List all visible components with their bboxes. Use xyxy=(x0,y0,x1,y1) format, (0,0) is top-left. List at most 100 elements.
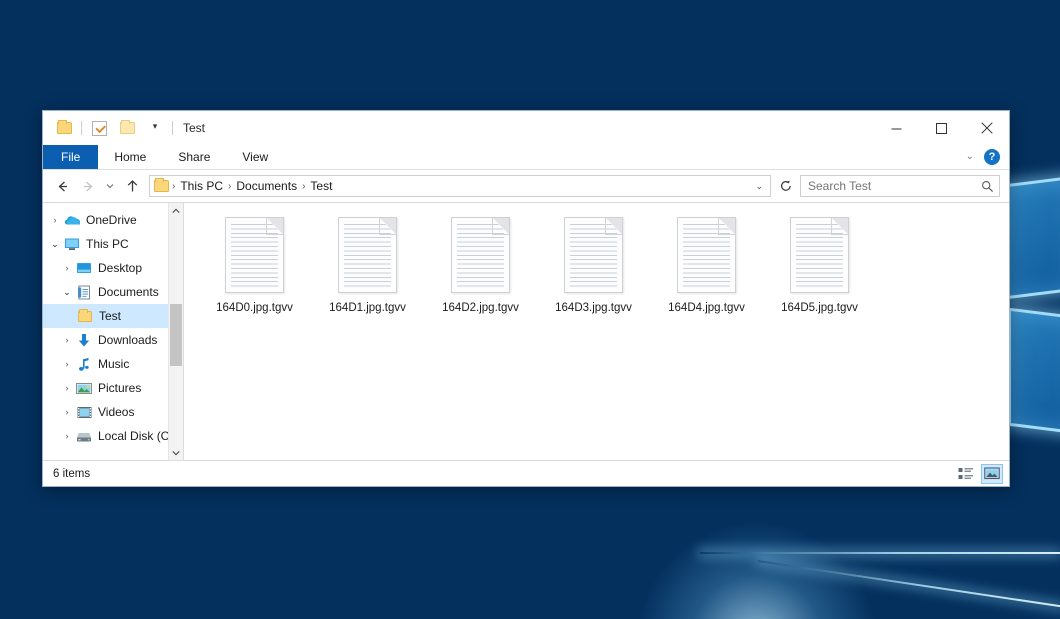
toolbar-divider xyxy=(81,121,82,135)
file-name: 164D1.jpg.tgvv xyxy=(329,302,406,314)
generic-document-icon xyxy=(677,217,736,293)
tab-share[interactable]: Share xyxy=(162,145,226,169)
refresh-icon[interactable] xyxy=(775,175,797,197)
breadcrumb-test[interactable]: Test xyxy=(306,179,336,193)
generic-document-icon xyxy=(790,217,849,293)
generic-document-icon xyxy=(564,217,623,293)
search-box[interactable] xyxy=(800,175,1000,197)
expander-icon[interactable]: › xyxy=(59,335,75,345)
tab-share-label: Share xyxy=(178,150,210,164)
close-icon[interactable] xyxy=(964,111,1009,145)
file-name: 164D5.jpg.tgvv xyxy=(781,302,858,314)
monitor-icon xyxy=(63,237,81,251)
navigation-tree: › OneDrive ⌄ xyxy=(43,203,183,448)
folder-icon xyxy=(76,311,94,322)
expander-icon[interactable]: › xyxy=(47,215,63,225)
scroll-up-icon[interactable] xyxy=(169,203,183,218)
sidebar-item-this-pc[interactable]: ⌄ This PC xyxy=(43,232,183,256)
search-icon xyxy=(981,180,994,193)
maximize-icon[interactable] xyxy=(919,111,964,145)
expander-icon[interactable]: ⌄ xyxy=(47,239,63,250)
sidebar-item-label: Pictures xyxy=(98,381,141,395)
file-explorer-window: ▾ Test File Home xyxy=(42,110,1010,487)
sidebar-item-label: OneDrive xyxy=(86,213,137,227)
sidebar-item-videos[interactable]: › Videos xyxy=(43,400,183,424)
navigation-scrollbar[interactable] xyxy=(168,203,183,460)
tab-file[interactable]: File xyxy=(43,145,98,169)
breadcrumb-folder-icon xyxy=(154,180,169,192)
window-title: Test xyxy=(183,121,205,135)
toolbar-divider-2 xyxy=(172,121,173,135)
address-dropdown-icon[interactable]: ⌄ xyxy=(750,181,768,192)
drive-icon xyxy=(75,430,93,443)
search-input[interactable] xyxy=(808,179,981,193)
view-toggle-group xyxy=(955,464,1003,484)
sidebar-item-label: Desktop xyxy=(98,261,142,275)
generic-document-icon xyxy=(338,217,397,293)
sidebar-item-label: This PC xyxy=(86,237,129,251)
sidebar-item-music[interactable]: › Music xyxy=(43,352,183,376)
window-body: › OneDrive ⌄ xyxy=(43,202,1009,460)
ribbon-tab-bar: File Home Share View ⌄ ? xyxy=(43,145,1009,170)
file-item[interactable]: 164D5.jpg.tgvv xyxy=(763,215,876,314)
desktop-icon xyxy=(75,262,93,275)
breadcrumb-documents[interactable]: Documents xyxy=(232,179,301,193)
expander-icon[interactable]: › xyxy=(59,359,75,369)
breadcrumb-this-pc[interactable]: This PC xyxy=(176,179,227,193)
minimize-icon[interactable] xyxy=(874,111,919,145)
expander-icon[interactable]: › xyxy=(59,431,75,441)
help-icon[interactable]: ? xyxy=(984,149,1000,165)
sidebar-item-local-disk-c[interactable]: › Local Disk (C:) xyxy=(43,424,183,448)
expander-icon[interactable]: › xyxy=(59,383,75,393)
sidebar-item-documents[interactable]: ⌄ Documents xyxy=(43,280,183,304)
scrollbar-thumb[interactable] xyxy=(170,304,182,365)
download-icon xyxy=(75,333,93,348)
sidebar-item-label: Documents xyxy=(98,285,159,299)
file-list-area[interactable]: 164D0.jpg.tgvv 164D1.jpg.tgvv 164D2.jpg.… xyxy=(184,203,1009,460)
sidebar-item-label: Test xyxy=(99,309,121,323)
navigation-pane: › OneDrive ⌄ xyxy=(43,203,184,460)
details-view-icon[interactable] xyxy=(955,464,977,484)
file-name: 164D0.jpg.tgvv xyxy=(216,302,293,314)
folder-icon[interactable] xyxy=(53,117,75,139)
expander-icon[interactable]: ⌄ xyxy=(59,287,75,298)
document-icon xyxy=(75,285,93,300)
file-grid: 164D0.jpg.tgvv 164D1.jpg.tgvv 164D2.jpg.… xyxy=(198,215,1009,314)
file-item[interactable]: 164D2.jpg.tgvv xyxy=(424,215,537,314)
sidebar-item-label: Local Disk (C:) xyxy=(98,429,177,443)
expander-icon[interactable]: › xyxy=(59,263,75,273)
properties-checkbox-icon[interactable] xyxy=(88,117,110,139)
tab-home-label: Home xyxy=(114,150,146,164)
generic-document-icon xyxy=(225,217,284,293)
new-folder-icon[interactable] xyxy=(116,117,138,139)
tab-home[interactable]: Home xyxy=(98,145,162,169)
file-name: 164D3.jpg.tgvv xyxy=(555,302,632,314)
back-arrow-icon[interactable] xyxy=(49,173,75,199)
file-item[interactable]: 164D3.jpg.tgvv xyxy=(537,215,650,314)
chevron-down-icon[interactable]: ⌄ xyxy=(966,152,974,162)
file-item[interactable]: 164D0.jpg.tgvv xyxy=(198,215,311,314)
recent-locations-icon[interactable] xyxy=(101,173,119,199)
video-icon xyxy=(75,406,93,419)
forward-arrow-icon xyxy=(75,173,101,199)
scroll-down-icon[interactable] xyxy=(169,445,183,460)
scrollbar-track[interactable] xyxy=(169,218,183,445)
expander-icon[interactable]: › xyxy=(59,407,75,417)
file-name: 164D2.jpg.tgvv xyxy=(442,302,519,314)
sidebar-item-test[interactable]: Test xyxy=(43,304,183,328)
tab-view[interactable]: View xyxy=(226,145,284,169)
sidebar-item-pictures[interactable]: › Pictures xyxy=(43,376,183,400)
item-count-label: 6 items xyxy=(53,468,90,480)
file-item[interactable]: 164D4.jpg.tgvv xyxy=(650,215,763,314)
sidebar-item-onedrive[interactable]: › OneDrive xyxy=(43,208,183,232)
sidebar-item-label: Music xyxy=(98,357,129,371)
up-arrow-icon[interactable] xyxy=(119,173,145,199)
large-icons-view-icon[interactable] xyxy=(981,464,1003,484)
address-bar[interactable]: › This PC › Documents › Test ⌄ xyxy=(149,175,771,197)
sidebar-item-desktop[interactable]: › Desktop xyxy=(43,256,183,280)
sidebar-item-downloads[interactable]: › Downloads xyxy=(43,328,183,352)
status-bar: 6 items xyxy=(43,460,1009,486)
file-item[interactable]: 164D1.jpg.tgvv xyxy=(311,215,424,314)
customize-toolbar-caret-icon[interactable]: ▾ xyxy=(144,117,166,139)
ribbon-right-controls: ⌄ ? xyxy=(966,145,1009,169)
